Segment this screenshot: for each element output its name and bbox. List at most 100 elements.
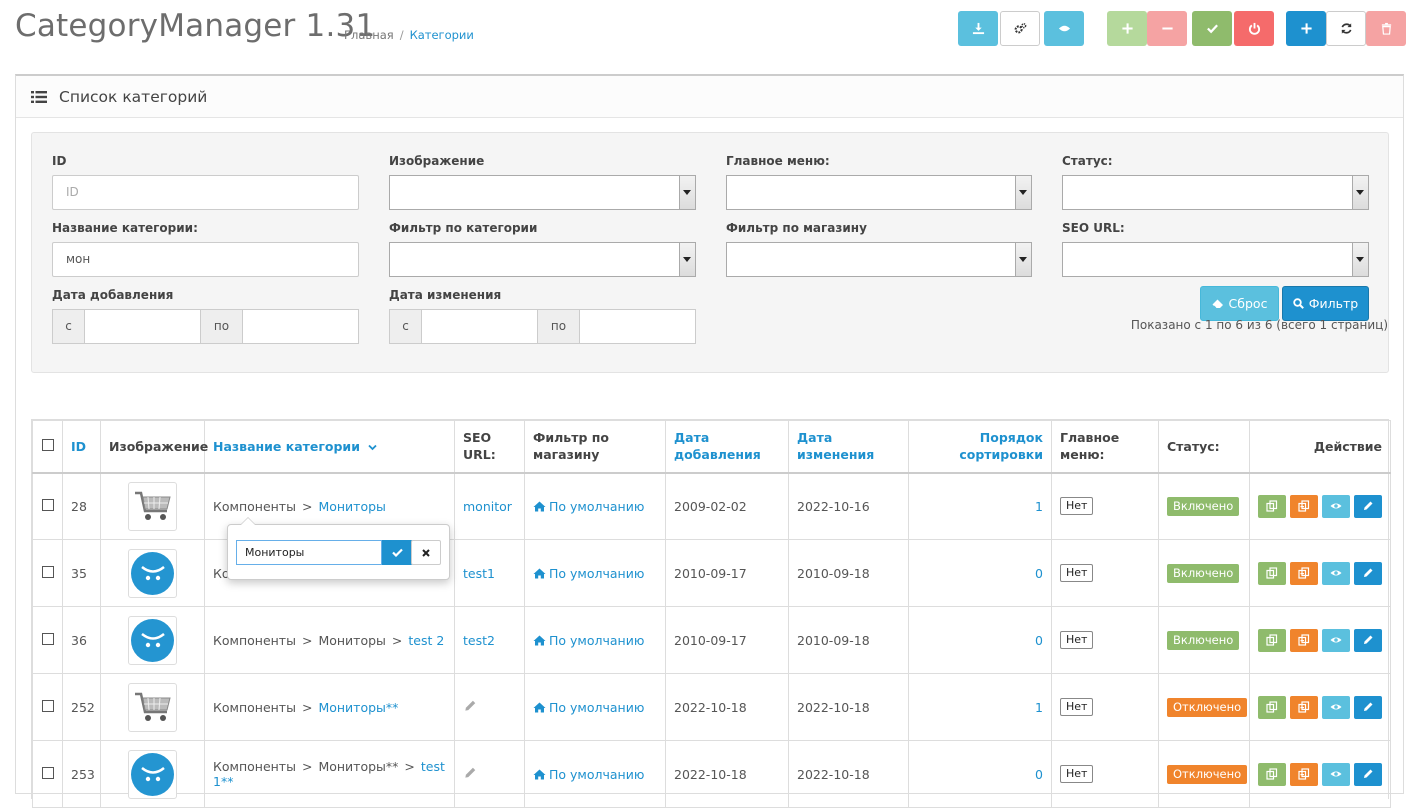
inline-save-button[interactable] xyxy=(382,540,413,565)
view-button[interactable] xyxy=(1322,494,1350,518)
add-button[interactable] xyxy=(1286,11,1326,46)
date-added-from-input[interactable] xyxy=(85,309,201,344)
th-sort-order[interactable]: Порядок сортировки xyxy=(908,420,1052,473)
view-button[interactable] xyxy=(1322,561,1350,585)
enable-button[interactable] xyxy=(1192,11,1232,46)
copy-button[interactable] xyxy=(1258,762,1286,786)
store-link[interactable]: По умолчанию xyxy=(533,767,644,782)
status-select[interactable] xyxy=(1062,175,1369,210)
row-checkbox[interactable] xyxy=(41,699,54,712)
category-name-link[interactable]: Мониторы xyxy=(318,499,385,514)
row-checkbox[interactable] xyxy=(41,498,54,511)
cell-date-modified: 2022-10-18 xyxy=(788,740,909,808)
sort-order-link[interactable]: 0 xyxy=(1035,566,1043,581)
inline-cancel-button[interactable] xyxy=(411,540,441,565)
status-badge[interactable]: Отключено xyxy=(1167,697,1248,717)
cell-sort-order: 0 xyxy=(908,740,1052,808)
row-checkbox[interactable] xyxy=(41,632,54,645)
to-addon: по xyxy=(201,309,243,344)
th-date-added[interactable]: Дата добавления xyxy=(665,420,789,473)
status-badge[interactable]: Включено xyxy=(1167,563,1240,583)
store-link[interactable]: По умолчанию xyxy=(533,700,644,715)
view-button[interactable] xyxy=(1322,628,1350,652)
pencil-icon[interactable] xyxy=(463,700,477,716)
main-menu-select[interactable] xyxy=(726,175,1032,210)
seo-url-link[interactable]: test1 xyxy=(463,566,495,581)
category-name-link[interactable]: test 2 xyxy=(408,633,444,648)
settings-button[interactable] xyxy=(1000,11,1040,46)
status-badge[interactable]: Отключено xyxy=(1167,764,1248,784)
clone-button[interactable] xyxy=(1290,628,1318,652)
row-checkbox[interactable] xyxy=(41,766,54,779)
id-input[interactable]: ID xyxy=(52,175,359,210)
main-menu-badge[interactable]: Нет xyxy=(1060,497,1094,516)
image-select[interactable] xyxy=(389,175,696,210)
cell-store: По умолчанию xyxy=(524,606,666,674)
sort-order-link[interactable]: 0 xyxy=(1035,633,1043,648)
th-date-modified[interactable]: Дата изменения xyxy=(788,420,909,473)
cell-store: По умолчанию xyxy=(524,471,666,540)
clone-button[interactable] xyxy=(1290,762,1318,786)
delete-button[interactable] xyxy=(1366,11,1406,46)
breadcrumb-home[interactable]: Главная xyxy=(344,28,394,42)
seo-url-link[interactable]: test2 xyxy=(463,633,495,648)
edit-button[interactable] xyxy=(1354,762,1382,786)
cell-name: Компоненты > Мониторы** xyxy=(204,673,455,741)
edit-button[interactable] xyxy=(1354,628,1382,652)
main-menu-badge[interactable]: Нет xyxy=(1060,698,1094,716)
trash-icon xyxy=(1380,22,1393,35)
refresh-button[interactable] xyxy=(1326,11,1366,46)
breadcrumb-categories[interactable]: Категории xyxy=(410,28,474,42)
name-input[interactable]: мон xyxy=(52,242,359,277)
edit-button[interactable] xyxy=(1354,695,1382,719)
edit-button[interactable] xyxy=(1354,494,1382,518)
copy-button[interactable] xyxy=(1258,695,1286,719)
date-modified-from-input[interactable] xyxy=(422,309,538,344)
filter-button[interactable]: Фильтр xyxy=(1282,286,1369,321)
th-name[interactable]: Название категории xyxy=(204,420,455,473)
view-button[interactable] xyxy=(1322,695,1350,719)
copy-button[interactable] xyxy=(1258,561,1286,585)
download-icon xyxy=(972,22,985,35)
date-added-to-input[interactable] xyxy=(243,309,359,344)
collapse-all-button[interactable] xyxy=(1147,11,1187,46)
cell-image xyxy=(100,673,205,741)
store-link[interactable]: По умолчанию xyxy=(533,633,644,648)
view-button[interactable] xyxy=(1322,762,1350,786)
clone-button[interactable] xyxy=(1290,695,1318,719)
expand-all-button[interactable] xyxy=(1107,11,1147,46)
cell-actions xyxy=(1249,539,1391,607)
date-modified-to-input[interactable] xyxy=(580,309,696,344)
row-checkbox[interactable] xyxy=(41,565,54,578)
cell-sort-order: 0 xyxy=(908,606,1052,674)
edit-button[interactable] xyxy=(1354,561,1382,585)
category-name-link[interactable]: Мониторы** xyxy=(318,700,398,715)
path-segment: Мониторы** xyxy=(318,759,399,774)
seo-url-link[interactable]: monitor xyxy=(463,499,512,514)
copy-button[interactable] xyxy=(1258,628,1286,652)
inline-name-input[interactable]: Мониторы xyxy=(236,540,382,565)
sort-order-link[interactable]: 1 xyxy=(1035,700,1043,715)
status-badge[interactable]: Включено xyxy=(1167,496,1240,516)
view-button[interactable] xyxy=(1044,11,1084,46)
select-all-checkbox[interactable] xyxy=(41,438,54,451)
clone-button[interactable] xyxy=(1290,494,1318,518)
th-id[interactable]: ID xyxy=(62,420,101,473)
download-button[interactable] xyxy=(958,11,998,46)
disable-button[interactable] xyxy=(1234,11,1274,46)
store-filter-select[interactable] xyxy=(726,242,1032,277)
main-menu-badge[interactable]: Нет xyxy=(1060,564,1094,582)
sort-order-link[interactable]: 0 xyxy=(1035,767,1043,782)
main-menu-badge[interactable]: Нет xyxy=(1060,765,1094,783)
reset-button[interactable]: Сброс xyxy=(1200,286,1279,321)
seo-select[interactable] xyxy=(1062,242,1369,277)
copy-button[interactable] xyxy=(1258,494,1286,518)
pencil-icon[interactable] xyxy=(463,767,477,783)
status-badge[interactable]: Включено xyxy=(1167,630,1240,650)
category-filter-select[interactable] xyxy=(389,242,696,277)
sort-order-link[interactable]: 1 xyxy=(1035,499,1043,514)
clone-button[interactable] xyxy=(1290,561,1318,585)
main-menu-badge[interactable]: Нет xyxy=(1060,631,1094,649)
store-link[interactable]: По умолчанию xyxy=(533,566,644,581)
store-link[interactable]: По умолчанию xyxy=(533,499,644,514)
